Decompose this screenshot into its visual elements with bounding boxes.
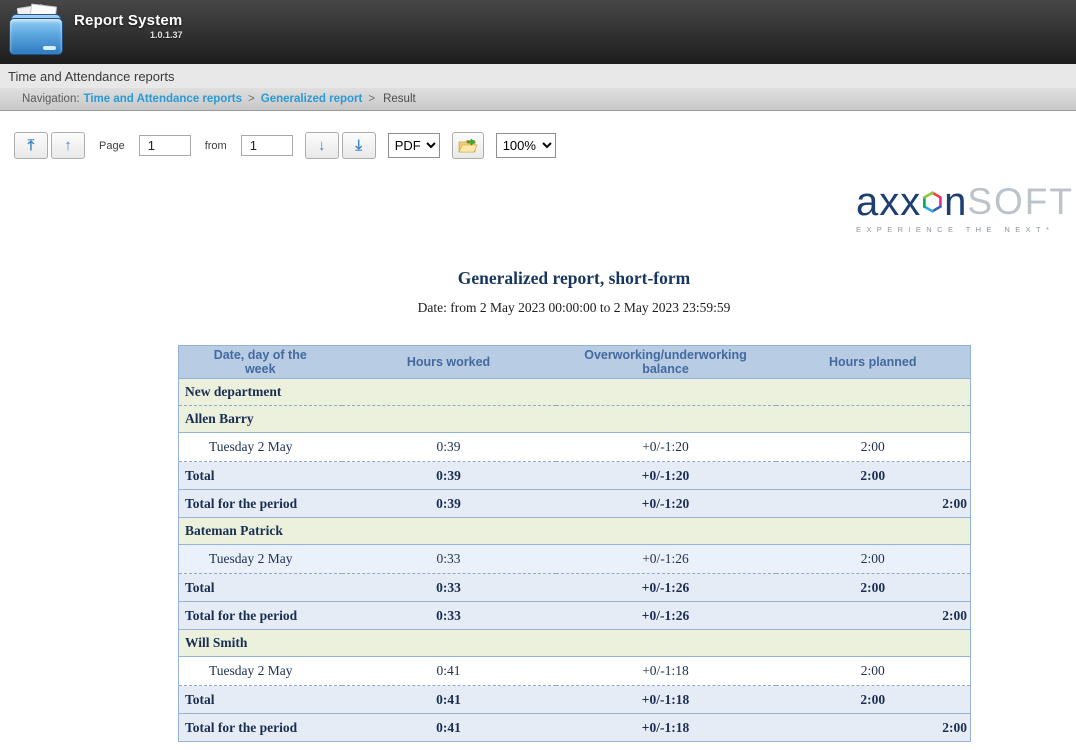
report-system-logo-icon xyxy=(8,5,64,57)
first-page-icon: ⤒ xyxy=(28,137,35,154)
period-total-row: Total for the period0:41+0/-1:182:00 xyxy=(179,714,971,742)
period-total-row: Total for the period0:39+0/-1:202:00 xyxy=(179,490,971,518)
total-balance-cell: +0/-1:20 xyxy=(556,462,776,490)
period-hours-worked-cell: 0:41 xyxy=(342,714,556,742)
total-hours-worked-cell: 0:39 xyxy=(342,462,556,490)
report-date-range: Date: from 2 May 2023 00:00:00 to 2 May … xyxy=(178,300,970,316)
column-header-balance: Overworking/underworking balance xyxy=(556,346,776,379)
period-total-label-cell: Total for the period xyxy=(179,490,342,518)
page-label: Page xyxy=(99,140,125,152)
last-page-icon: ⤓ xyxy=(355,137,362,154)
report-title: Generalized report, short-form xyxy=(178,268,970,289)
breadcrumb: Navigation: Time and Attendance reports … xyxy=(0,88,1076,111)
period-hours-worked-cell: 0:33 xyxy=(342,602,556,630)
hours-planned-cell: 2:00 xyxy=(776,657,971,686)
employee-name-cell: Allen Barry xyxy=(179,406,971,433)
total-label-cell: Total xyxy=(179,574,342,602)
period-hours-planned-cell: 2:00 xyxy=(776,602,971,630)
day-label-cell: Tuesday 2 May xyxy=(179,433,342,462)
report-table: Date, day of the week Hours worked Overw… xyxy=(178,345,971,742)
breadcrumb-link-time-attendance[interactable]: Time and Attendance reports xyxy=(84,93,242,105)
table-header-row: Date, day of the week Hours worked Overw… xyxy=(179,346,971,379)
total-hours-planned-cell: 2:00 xyxy=(776,462,971,490)
employee-name-cell: Bateman Patrick xyxy=(179,518,971,545)
total-row: Total0:41+0/-1:182:00 xyxy=(179,686,971,714)
hours-planned-cell: 2:00 xyxy=(776,545,971,574)
total-balance-cell: +0/-1:18 xyxy=(556,686,776,714)
first-page-button[interactable]: ⤒ xyxy=(14,132,48,159)
period-hours-planned-cell: 2:00 xyxy=(776,490,971,518)
export-format-select[interactable]: PDF xyxy=(388,133,440,158)
arrow-down-icon: ↓ xyxy=(318,137,326,154)
next-page-button[interactable]: ↓ xyxy=(305,132,339,159)
app-header: Report System 1.0.1.37 xyxy=(0,0,1076,64)
employee-row: Allen Barry xyxy=(179,406,971,433)
employee-row: Will Smith xyxy=(179,630,971,657)
export-button[interactable] xyxy=(452,132,484,159)
period-total-label-cell: Total for the period xyxy=(179,602,342,630)
logo-tagline: EXPERIENCE THE NEXT* xyxy=(856,225,1074,234)
breadcrumb-label: Navigation: xyxy=(22,93,80,105)
department-row: New department xyxy=(179,379,971,406)
period-total-row: Total for the period0:33+0/-1:262:00 xyxy=(179,602,971,630)
period-balance-cell: +0/-1:20 xyxy=(556,490,776,518)
period-total-label-cell: Total for the period xyxy=(179,714,342,742)
breadcrumb-link-generalized-report[interactable]: Generalized report xyxy=(261,93,363,105)
total-row: Total0:39+0/-1:202:00 xyxy=(179,462,971,490)
period-hours-planned-cell: 2:00 xyxy=(776,714,971,742)
total-row: Total0:33+0/-1:262:00 xyxy=(179,574,971,602)
total-label-cell: Total xyxy=(179,686,342,714)
open-folder-export-icon xyxy=(458,138,478,154)
balance-cell: +0/-1:26 xyxy=(556,545,776,574)
hours-planned-cell: 2:00 xyxy=(776,433,971,462)
total-balance-cell: +0/-1:26 xyxy=(556,574,776,602)
hours-worked-cell: 0:41 xyxy=(342,657,556,686)
total-hours-planned-cell: 2:00 xyxy=(776,574,971,602)
column-header-hours-worked: Hours worked xyxy=(342,346,556,379)
column-header-date: Date, day of the week xyxy=(179,346,342,379)
breadcrumb-separator: > xyxy=(368,93,375,105)
section-title: Time and Attendance reports xyxy=(8,69,174,84)
breadcrumb-separator: > xyxy=(248,93,255,105)
total-hours-worked-cell: 0:33 xyxy=(342,574,556,602)
period-balance-cell: +0/-1:18 xyxy=(556,714,776,742)
balance-cell: +0/-1:20 xyxy=(556,433,776,462)
logo-text-soft: SOFT xyxy=(967,182,1074,222)
total-hours-worked-cell: 0:41 xyxy=(342,686,556,714)
from-label: from xyxy=(205,140,227,152)
hours-worked-cell: 0:39 xyxy=(342,433,556,462)
period-balance-cell: +0/-1:26 xyxy=(556,602,776,630)
section-title-bar: Time and Attendance reports xyxy=(0,64,1076,88)
app-title: Report System xyxy=(74,12,182,29)
logo-text-n: n xyxy=(944,182,967,222)
app-version: 1.0.1.37 xyxy=(74,30,182,40)
report-page: axx n SOFT EXPERIENCE THE NEXT* Generali… xyxy=(0,166,1076,750)
day-label-cell: Tuesday 2 May xyxy=(179,657,342,686)
previous-page-button[interactable]: ↑ xyxy=(51,132,85,159)
hexagon-icon xyxy=(922,183,943,221)
employee-row: Bateman Patrick xyxy=(179,518,971,545)
total-pages-input[interactable] xyxy=(241,135,293,156)
report-toolbar: ⤒ ↑ Page from ↓ ⤓ PDF 100% xyxy=(0,111,1076,166)
axxonsoft-logo: axx n SOFT EXPERIENCE THE NEXT* xyxy=(856,182,1074,234)
day-row: Tuesday 2 May0:41+0/-1:182:00 xyxy=(179,657,971,686)
page-number-input[interactable] xyxy=(139,135,191,156)
employee-name-cell: Will Smith xyxy=(179,630,971,657)
zoom-level-select[interactable]: 100% xyxy=(496,133,556,158)
breadcrumb-current: Result xyxy=(383,93,416,105)
day-row: Tuesday 2 May0:33+0/-1:262:00 xyxy=(179,545,971,574)
report-table-body: New departmentAllen BarryTuesday 2 May0:… xyxy=(179,379,971,742)
column-header-hours-planned: Hours planned xyxy=(776,346,971,379)
hours-worked-cell: 0:33 xyxy=(342,545,556,574)
total-hours-planned-cell: 2:00 xyxy=(776,686,971,714)
total-label-cell: Total xyxy=(179,462,342,490)
period-hours-worked-cell: 0:39 xyxy=(342,490,556,518)
day-row: Tuesday 2 May0:39+0/-1:202:00 xyxy=(179,433,971,462)
department-name-cell: New department xyxy=(179,379,971,406)
day-label-cell: Tuesday 2 May xyxy=(179,545,342,574)
logo-text-axxon: axx xyxy=(856,182,921,222)
arrow-up-icon: ↑ xyxy=(64,137,72,154)
last-page-button[interactable]: ⤓ xyxy=(342,132,376,159)
balance-cell: +0/-1:18 xyxy=(556,657,776,686)
